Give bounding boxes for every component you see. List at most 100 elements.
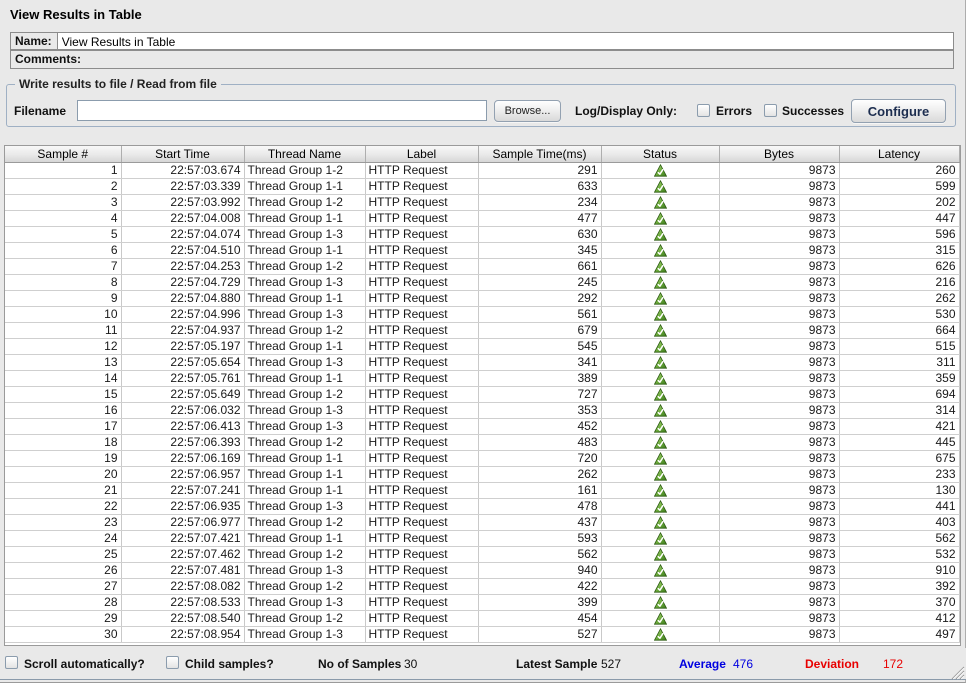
column-header-sample-time[interactable]: Sample Time(ms): [478, 146, 601, 162]
cell-sample-number: 21: [5, 482, 121, 498]
column-header-sample[interactable]: Sample #: [5, 146, 121, 162]
name-input[interactable]: [57, 33, 953, 49]
column-header-bytes[interactable]: Bytes: [719, 146, 839, 162]
success-icon: [654, 180, 667, 193]
table-row[interactable]: 25 22:57:07.462 Thread Group 1-2 HTTP Re…: [5, 546, 959, 562]
table-row[interactable]: 23 22:57:06.977 Thread Group 1-2 HTTP Re…: [5, 514, 959, 530]
table-row[interactable]: 22 22:57:06.935 Thread Group 1-3 HTTP Re…: [5, 498, 959, 514]
child-samples-checkbox[interactable]: [166, 656, 179, 670]
table-row[interactable]: 21 22:57:07.241 Thread Group 1-1 HTTP Re…: [5, 482, 959, 498]
cell-sample-time: 234: [478, 194, 601, 210]
resize-grip[interactable]: [950, 665, 965, 681]
table-row[interactable]: 20 22:57:06.957 Thread Group 1-1 HTTP Re…: [5, 466, 959, 482]
column-header-latency[interactable]: Latency: [839, 146, 959, 162]
table-row[interactable]: 11 22:57:04.937 Thread Group 1-2 HTTP Re…: [5, 322, 959, 338]
cell-latency: 370: [839, 594, 959, 610]
table-row[interactable]: 7 22:57:04.253 Thread Group 1-2 HTTP Req…: [5, 258, 959, 274]
latest-sample-value: 527: [601, 657, 621, 671]
cell-label: HTTP Request: [365, 194, 478, 210]
configure-button[interactable]: Configure: [851, 99, 946, 123]
success-icon: [654, 340, 667, 353]
table-row[interactable]: 1 22:57:03.674 Thread Group 1-2 HTTP Req…: [5, 162, 959, 178]
results-table: Sample # Start Time Thread Name Label Sa…: [5, 146, 960, 643]
table-row[interactable]: 5 22:57:04.074 Thread Group 1-3 HTTP Req…: [5, 226, 959, 242]
cell-sample-number: 27: [5, 578, 121, 594]
table-row[interactable]: 9 22:57:04.880 Thread Group 1-1 HTTP Req…: [5, 290, 959, 306]
table-row[interactable]: 8 22:57:04.729 Thread Group 1-3 HTTP Req…: [5, 274, 959, 290]
cell-bytes: 9873: [719, 610, 839, 626]
table-row[interactable]: 26 22:57:07.481 Thread Group 1-3 HTTP Re…: [5, 562, 959, 578]
table-row[interactable]: 2 22:57:03.339 Thread Group 1-1 HTTP Req…: [5, 178, 959, 194]
table-row[interactable]: 12 22:57:05.197 Thread Group 1-1 HTTP Re…: [5, 338, 959, 354]
cell-thread-name: Thread Group 1-1: [244, 210, 365, 226]
scroll-automatically-checkbox[interactable]: [5, 656, 18, 670]
table-row[interactable]: 10 22:57:04.996 Thread Group 1-3 HTTP Re…: [5, 306, 959, 322]
table-row[interactable]: 24 22:57:07.421 Thread Group 1-1 HTTP Re…: [5, 530, 959, 546]
cell-thread-name: Thread Group 1-1: [244, 338, 365, 354]
cell-start-time: 22:57:06.935: [121, 498, 244, 514]
cell-status: [601, 306, 719, 322]
cell-label: HTTP Request: [365, 370, 478, 386]
cell-latency: 910: [839, 562, 959, 578]
cell-sample-number: 5: [5, 226, 121, 242]
table-row[interactable]: 19 22:57:06.169 Thread Group 1-1 HTTP Re…: [5, 450, 959, 466]
table-row[interactable]: 16 22:57:06.032 Thread Group 1-3 HTTP Re…: [5, 402, 959, 418]
cell-sample-time: 562: [478, 546, 601, 562]
browse-button[interactable]: Browse...: [494, 100, 561, 122]
cell-sample-time: 389: [478, 370, 601, 386]
cell-label: HTTP Request: [365, 450, 478, 466]
success-icon: [654, 228, 667, 241]
browse-button-label: Browse...: [505, 105, 551, 117]
cell-bytes: 9873: [719, 578, 839, 594]
cell-start-time: 22:57:08.540: [121, 610, 244, 626]
comments-label: Comments:: [11, 51, 86, 68]
filename-input[interactable]: [77, 100, 487, 121]
table-row[interactable]: 30 22:57:08.954 Thread Group 1-3 HTTP Re…: [5, 626, 959, 642]
column-header-status[interactable]: Status: [601, 146, 719, 162]
column-header-start-time[interactable]: Start Time: [121, 146, 244, 162]
cell-label: HTTP Request: [365, 306, 478, 322]
success-icon: [654, 580, 667, 593]
cell-sample-time: 940: [478, 562, 601, 578]
table-row[interactable]: 14 22:57:05.761 Thread Group 1-1 HTTP Re…: [5, 370, 959, 386]
table-row[interactable]: 17 22:57:06.413 Thread Group 1-3 HTTP Re…: [5, 418, 959, 434]
configure-button-label: Configure: [868, 104, 929, 119]
cell-bytes: 9873: [719, 562, 839, 578]
column-header-label[interactable]: Label: [365, 146, 478, 162]
cell-start-time: 22:57:07.462: [121, 546, 244, 562]
column-header-thread-name[interactable]: Thread Name: [244, 146, 365, 162]
table-row[interactable]: 18 22:57:06.393 Thread Group 1-2 HTTP Re…: [5, 434, 959, 450]
cell-status: [601, 370, 719, 386]
cell-sample-time: 262: [478, 466, 601, 482]
cell-label: HTTP Request: [365, 578, 478, 594]
cell-label: HTTP Request: [365, 594, 478, 610]
success-icon: [654, 196, 667, 209]
cell-bytes: 9873: [719, 402, 839, 418]
comments-input[interactable]: [86, 51, 953, 68]
cell-start-time: 22:57:06.393: [121, 434, 244, 450]
cell-label: HTTP Request: [365, 418, 478, 434]
table-row[interactable]: 27 22:57:08.082 Thread Group 1-2 HTTP Re…: [5, 578, 959, 594]
success-icon: [654, 532, 667, 545]
success-icon: [654, 468, 667, 481]
table-row[interactable]: 29 22:57:08.540 Thread Group 1-2 HTTP Re…: [5, 610, 959, 626]
success-icon: [654, 292, 667, 305]
table-row[interactable]: 15 22:57:05.649 Thread Group 1-2 HTTP Re…: [5, 386, 959, 402]
cell-sample-time: 561: [478, 306, 601, 322]
table-row[interactable]: 28 22:57:08.533 Thread Group 1-3 HTTP Re…: [5, 594, 959, 610]
table-viewport[interactable]: Sample # Start Time Thread Name Label Sa…: [4, 145, 961, 646]
table-row[interactable]: 3 22:57:03.992 Thread Group 1-2 HTTP Req…: [5, 194, 959, 210]
table-row[interactable]: 6 22:57:04.510 Thread Group 1-1 HTTP Req…: [5, 242, 959, 258]
cell-status: [601, 498, 719, 514]
cell-thread-name: Thread Group 1-2: [244, 546, 365, 562]
cell-sample-number: 10: [5, 306, 121, 322]
child-samples-label: Child samples?: [185, 657, 274, 671]
table-row[interactable]: 4 22:57:04.008 Thread Group 1-1 HTTP Req…: [5, 210, 959, 226]
cell-bytes: 9873: [719, 162, 839, 178]
cell-thread-name: Thread Group 1-3: [244, 402, 365, 418]
cell-latency: 532: [839, 546, 959, 562]
errors-checkbox[interactable]: [697, 104, 710, 117]
deviation-value: 172: [883, 657, 903, 671]
successes-checkbox[interactable]: [764, 104, 777, 117]
table-row[interactable]: 13 22:57:05.654 Thread Group 1-3 HTTP Re…: [5, 354, 959, 370]
